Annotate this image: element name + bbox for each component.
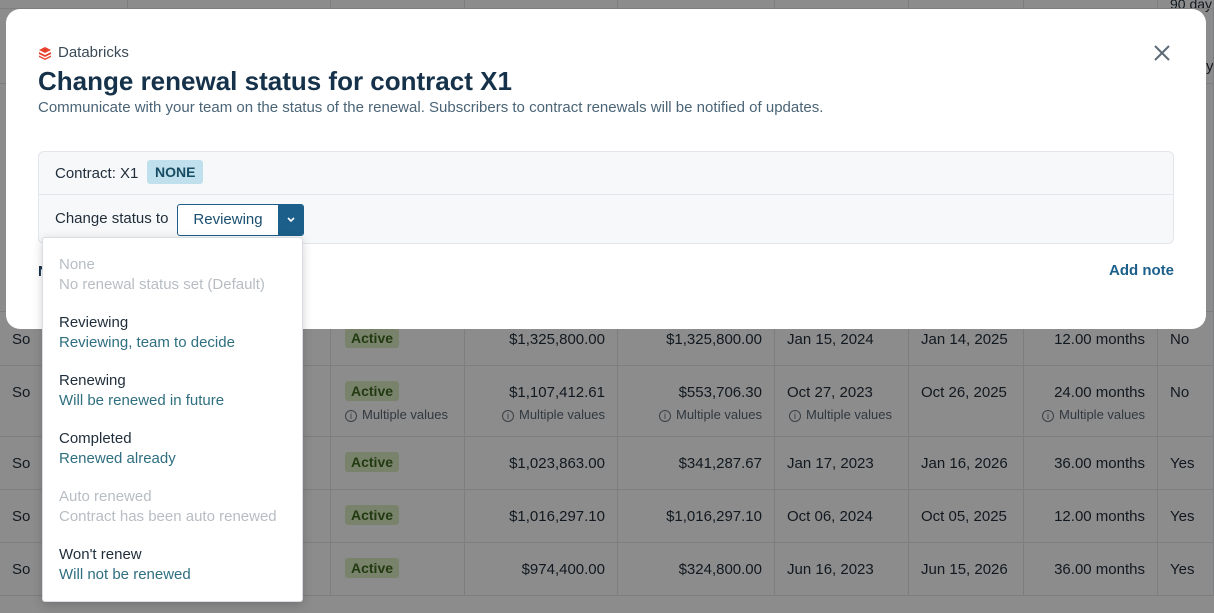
status-select-toggle[interactable] xyxy=(278,205,303,235)
chevron-down-icon xyxy=(286,217,295,223)
option-title: Auto renewed xyxy=(59,488,152,505)
close-icon[interactable] xyxy=(1152,43,1172,63)
add-note-link[interactable]: Add note xyxy=(1109,262,1174,279)
modal-title: Change renewal status for contract X1 xyxy=(38,66,512,96)
option-description: Contract has been auto renewed xyxy=(59,508,277,525)
option-title: Renewing xyxy=(59,372,126,389)
option-description: Will be renewed in future xyxy=(59,392,225,409)
databricks-logo-icon xyxy=(39,46,51,60)
status-select-value: Reviewing xyxy=(193,211,263,228)
option-description: No renewal status set (Default) xyxy=(59,276,265,293)
status-select[interactable]: Reviewing xyxy=(177,204,304,236)
dropdown-option-none: None No renewal status set (Default) xyxy=(59,256,265,293)
modal-subtitle: Communicate with your team on the status… xyxy=(38,99,824,116)
option-description: Renewed already xyxy=(59,450,176,467)
status-panel: Contract: X1 NONE Change status to Revie… xyxy=(38,151,1174,244)
dropdown-option-renewing[interactable]: Renewing Will be renewed in future xyxy=(59,372,224,409)
brand: Databricks xyxy=(38,44,129,61)
dropdown-option-auto-renewed: Auto renewed Contract has been auto renew… xyxy=(59,488,277,525)
status-badge: NONE xyxy=(147,160,204,184)
brand-name: Databricks xyxy=(58,44,129,61)
status-dropdown-menu: None No renewal status set (Default) Revie… xyxy=(42,237,303,602)
contract-label: Contract: X1 xyxy=(55,165,139,182)
option-title: Reviewing xyxy=(59,314,129,331)
contract-row: Contract: X1 NONE xyxy=(39,152,1173,195)
option-title: Completed xyxy=(59,430,132,447)
change-status-label: Change status to xyxy=(55,210,169,227)
option-title: Won't renew xyxy=(59,546,142,563)
dropdown-option-reviewing[interactable]: Reviewing Reviewing, team to decide xyxy=(59,314,235,351)
option-title: None xyxy=(59,256,95,273)
option-description: Reviewing, team to decide xyxy=(59,334,235,351)
option-description: Will not be renewed xyxy=(59,566,191,583)
dropdown-option-won-t-renew[interactable]: Won't renew Will not be renewed xyxy=(59,546,191,583)
dropdown-option-completed[interactable]: Completed Renewed already xyxy=(59,430,176,467)
